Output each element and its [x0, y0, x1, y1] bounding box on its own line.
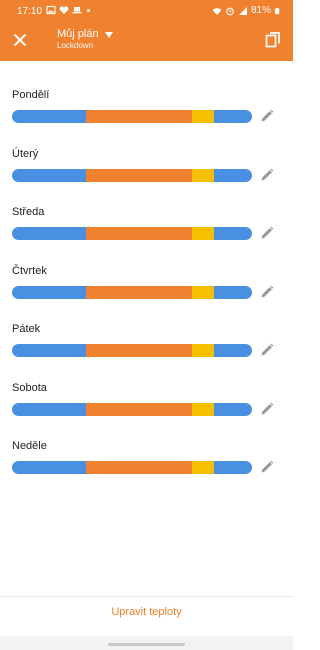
day-row: Pondělí [0, 89, 293, 147]
schedule-segment-blue [213, 461, 252, 474]
schedule-bar[interactable] [12, 286, 252, 299]
signal-icon [238, 6, 247, 15]
schedule-segment-blue [12, 169, 87, 182]
day-row: Sobota [0, 382, 293, 440]
schedule-segment-blue [12, 403, 87, 416]
schedule-bar[interactable] [12, 461, 252, 474]
edit-pencil-icon[interactable] [259, 284, 275, 300]
wifi-icon [212, 7, 222, 15]
edit-temperatures-button[interactable]: Upravit teploty [0, 606, 293, 618]
plan-title: Můj plán [57, 28, 99, 40]
more-notifications-dot [87, 8, 90, 12]
schedule-bar[interactable] [12, 169, 252, 182]
schedule-bar[interactable] [12, 227, 252, 240]
day-row: Úterý [0, 148, 293, 206]
day-row: Středa [0, 206, 293, 264]
schedule-segment-blue [213, 286, 252, 299]
day-label: Sobota [12, 382, 47, 394]
schedule-segment-blue [213, 403, 252, 416]
chevron-down-icon [104, 32, 113, 38]
schedule-segment-orange [86, 110, 192, 123]
edit-pencil-icon[interactable] [259, 342, 275, 358]
day-row: Pátek [0, 323, 293, 381]
copy-icon[interactable] [263, 30, 283, 50]
schedule-segment-blue [213, 227, 252, 240]
schedule-segment-blue [213, 344, 252, 357]
battery-percent: 81% [250, 5, 271, 16]
schedule-bar[interactable] [12, 344, 252, 357]
edit-pencil-icon[interactable] [259, 459, 275, 475]
day-label: Čtvrtek [12, 265, 47, 277]
schedule-segment-yellow [191, 461, 214, 474]
plan-selector[interactable]: Můj plán Lockdown [57, 28, 113, 50]
edit-pencil-icon[interactable] [259, 225, 275, 241]
system-icons: 81% [212, 5, 281, 16]
laptop-icon [72, 7, 82, 14]
schedule-segment-blue [12, 286, 87, 299]
home-indicator[interactable] [108, 643, 185, 646]
close-icon[interactable] [10, 30, 30, 50]
schedule-segment-orange [86, 227, 192, 240]
schedule-segment-yellow [191, 403, 214, 416]
divider [0, 596, 293, 597]
edit-pencil-icon[interactable] [259, 167, 275, 183]
schedule-segment-blue [12, 344, 87, 357]
gallery-icon [46, 5, 56, 15]
alarm-icon [226, 7, 234, 15]
day-row: Čtvrtek [0, 265, 293, 323]
schedule-segment-blue [12, 110, 87, 123]
schedule-bar[interactable] [12, 110, 252, 123]
schedule-segment-yellow [191, 344, 214, 357]
notification-icons [46, 5, 90, 15]
battery-icon [275, 7, 280, 14]
schedule-segment-orange [86, 286, 192, 299]
schedule-bar[interactable] [12, 403, 252, 416]
schedule-segment-yellow [191, 227, 214, 240]
day-label: Pátek [12, 323, 41, 335]
schedule-segment-blue [12, 227, 87, 240]
day-label: Úterý [12, 148, 39, 160]
day-row: Neděle [0, 440, 293, 498]
schedule-segment-blue [213, 169, 252, 182]
schedule-segment-orange [86, 403, 192, 416]
schedule-segment-blue [12, 461, 87, 474]
schedule-segment-yellow [191, 169, 214, 182]
schedule-segment-orange [86, 344, 192, 357]
day-label: Středa [12, 206, 45, 218]
schedule-segment-orange [86, 461, 192, 474]
status-bar: 17:10 81% [0, 0, 293, 22]
edit-pencil-icon[interactable] [259, 401, 275, 417]
day-label: Pondělí [12, 89, 50, 101]
plan-subtitle: Lockdown [57, 41, 94, 50]
schedule-segment-yellow [191, 110, 214, 123]
schedule-segment-yellow [191, 286, 214, 299]
app-bar: 17:10 81% Můj plán Lockdown [0, 0, 293, 61]
day-label: Neděle [12, 440, 47, 452]
edit-pencil-icon[interactable] [259, 108, 275, 124]
status-time: 17:10 [17, 6, 43, 17]
schedule-segment-blue [213, 110, 252, 123]
heart-icon [59, 6, 69, 14]
schedule-segment-orange [86, 169, 192, 182]
